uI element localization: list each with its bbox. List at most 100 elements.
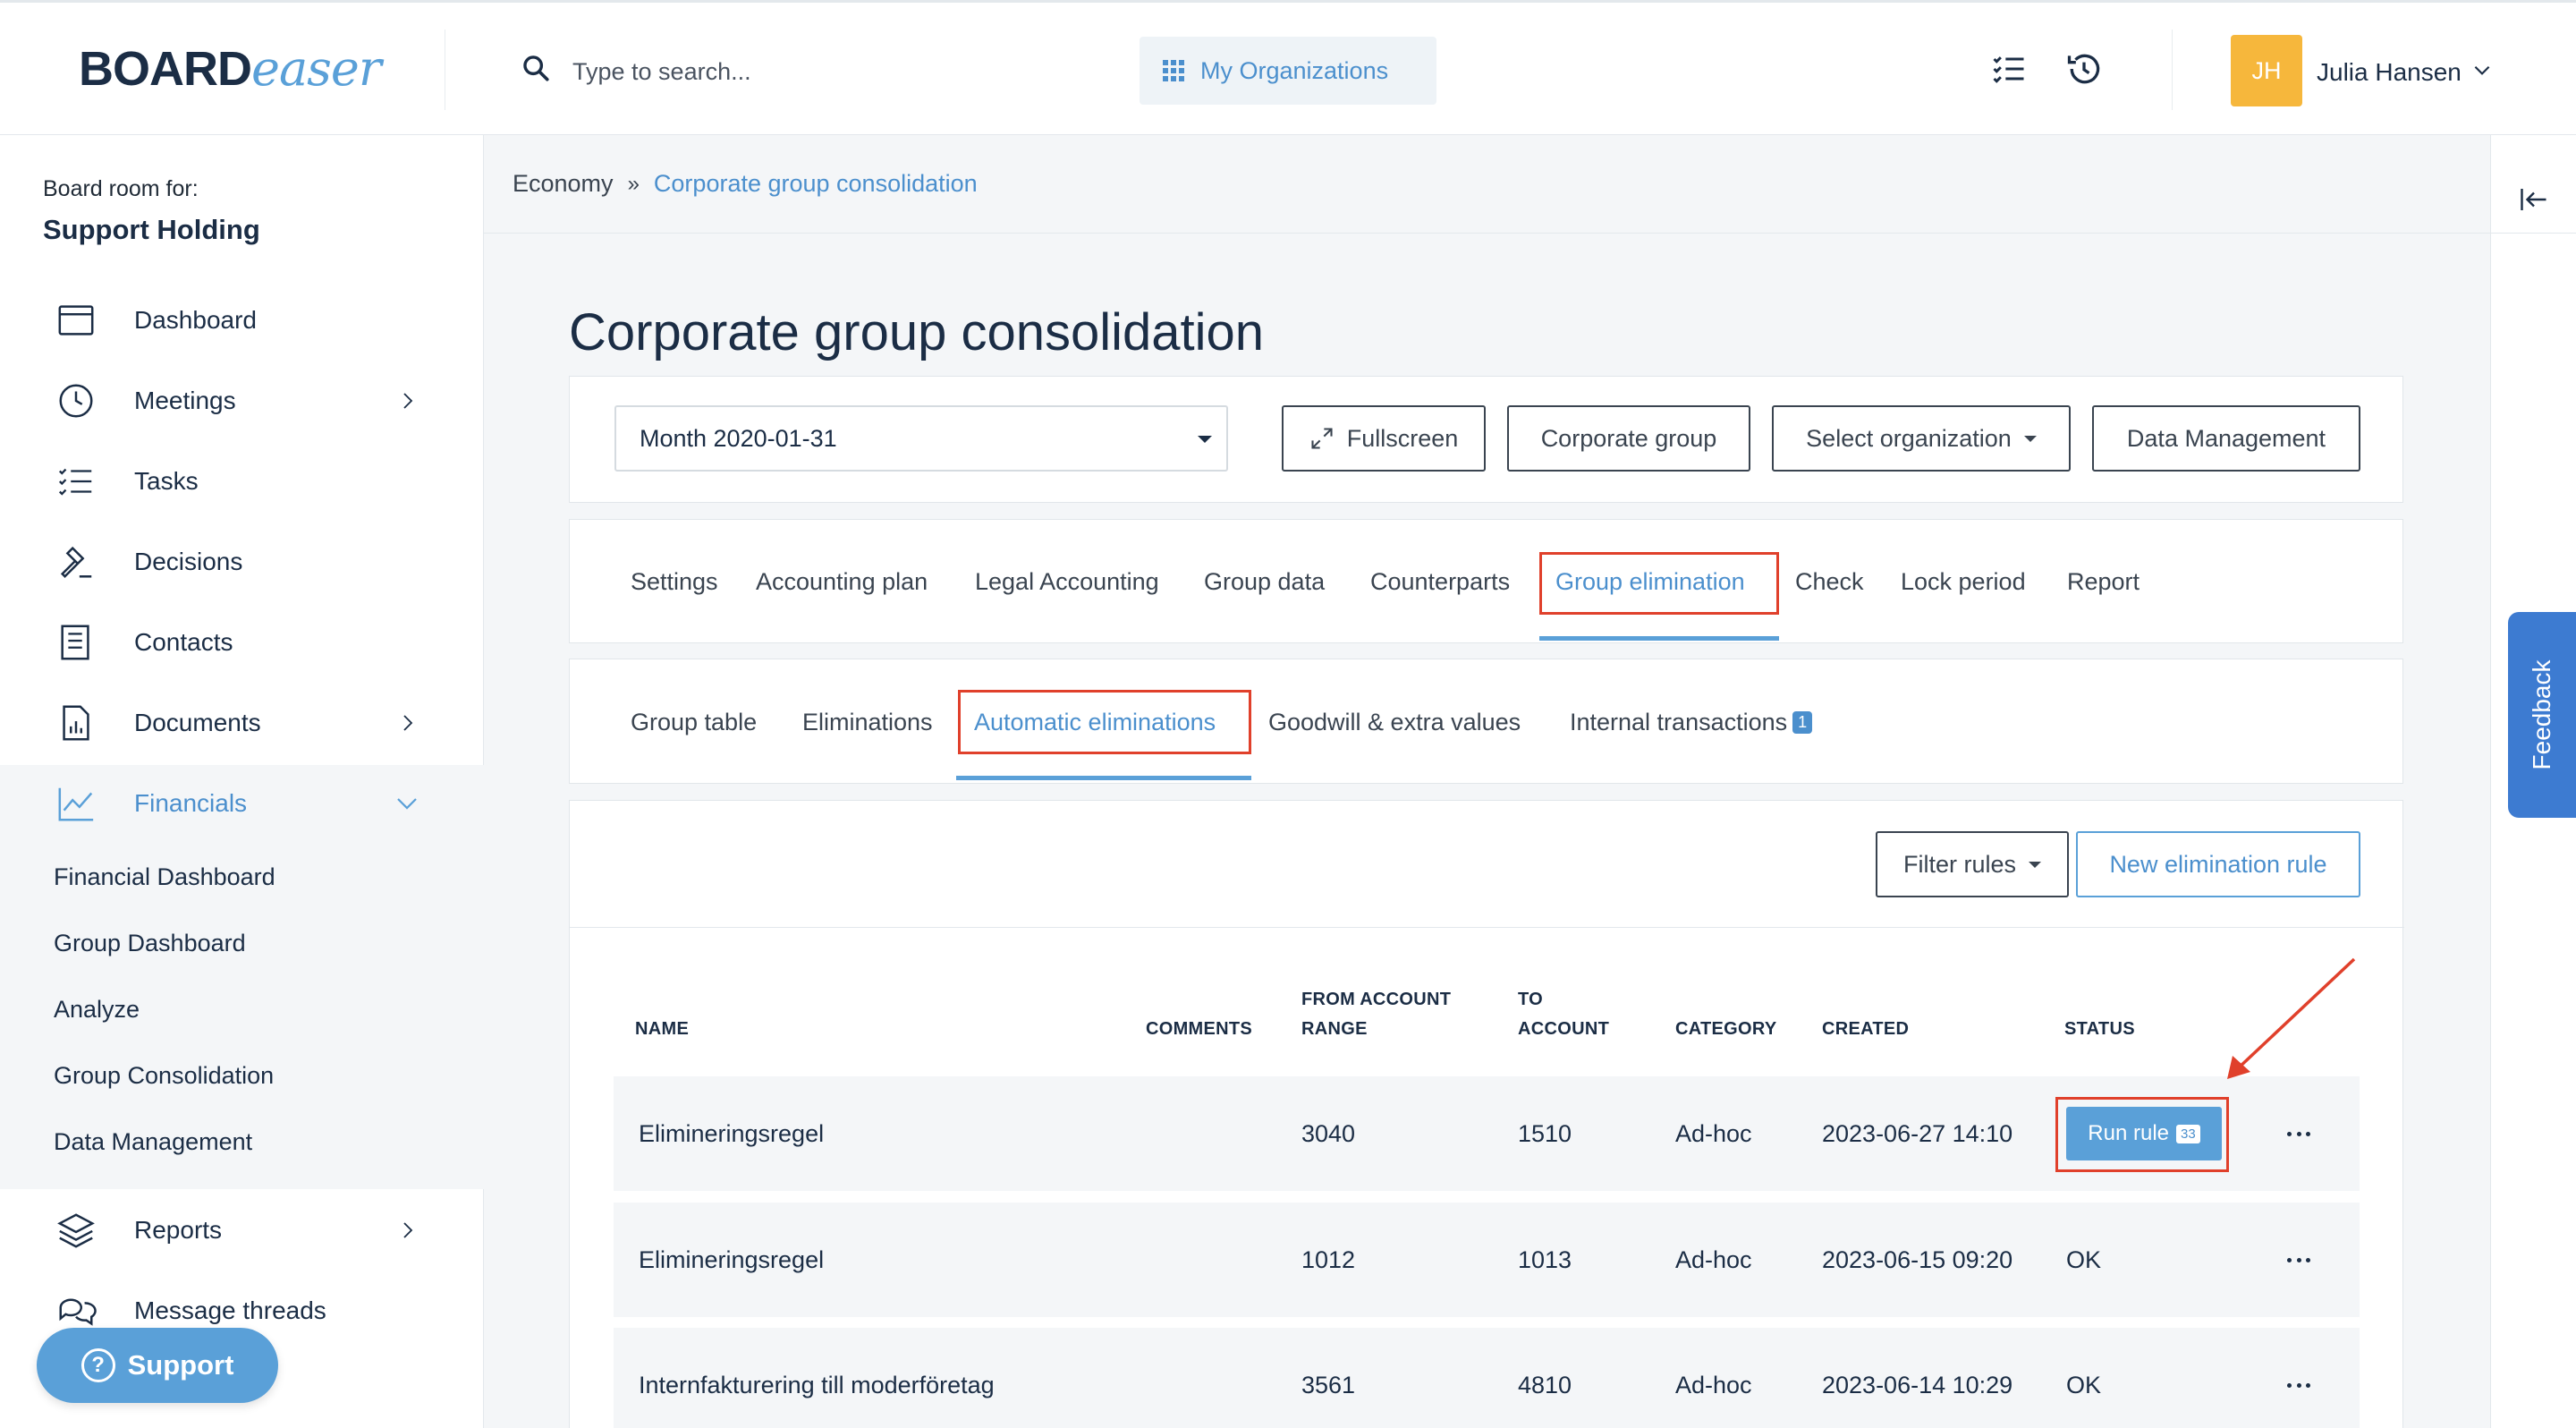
sidebar-item-contacts[interactable]: Contacts bbox=[0, 607, 484, 678]
clock-icon bbox=[59, 384, 93, 418]
row-from: 3561 bbox=[1301, 1372, 1356, 1398]
data-management-label: Data Management bbox=[2126, 424, 2326, 452]
col-header-created: CREATED bbox=[1822, 1019, 1910, 1039]
more-options-icon[interactable] bbox=[2287, 1132, 2310, 1137]
fullscreen-label: Fullscreen bbox=[1346, 424, 1459, 452]
sidebar-item-documents[interactable]: Documents bbox=[0, 687, 484, 759]
period-select[interactable]: Month 2020-01-31 bbox=[614, 405, 1228, 472]
more-options-icon[interactable] bbox=[2287, 1258, 2310, 1263]
breadcrumb-economy[interactable]: Economy bbox=[513, 170, 614, 198]
support-label: Support bbox=[127, 1349, 234, 1381]
row-category: Ad-hoc bbox=[1675, 1372, 1752, 1398]
breadcrumb: Economy » Corporate group consolidation bbox=[484, 135, 2490, 234]
highlight-box bbox=[2055, 1097, 2229, 1172]
tab-settings[interactable]: Settings bbox=[631, 568, 718, 596]
subtab-internal-label: Internal transactions bbox=[1570, 709, 1788, 735]
board-room-label: Board room for: bbox=[43, 176, 199, 201]
row-category: Ad-hoc bbox=[1675, 1120, 1752, 1147]
count-badge: 1 bbox=[1792, 711, 1813, 734]
row-status: OK bbox=[2066, 1246, 2102, 1273]
search-icon bbox=[523, 55, 549, 81]
task-list-icon[interactable] bbox=[1989, 49, 2029, 89]
corporate-group-button[interactable]: Corporate group bbox=[1507, 405, 1750, 472]
board-room-name: Support Holding bbox=[43, 214, 260, 245]
sidebar-item-reports[interactable]: Reports bbox=[0, 1194, 484, 1266]
app-logo[interactable]: BOARDeaser bbox=[79, 40, 382, 97]
row-category: Ad-hoc bbox=[1675, 1246, 1752, 1273]
col-header-comments: COMMENTS bbox=[1146, 1019, 1253, 1039]
subtab-eliminations[interactable]: Eliminations bbox=[802, 709, 933, 736]
grid-icon bbox=[1163, 60, 1184, 81]
col-header-name: NAME bbox=[635, 1019, 690, 1039]
data-management-button[interactable]: Data Management bbox=[2092, 405, 2360, 472]
caret-down-icon bbox=[2023, 435, 2037, 442]
tab-legal-accounting[interactable]: Legal Accounting bbox=[975, 568, 1159, 596]
select-organization-label: Select organization bbox=[1806, 424, 2012, 452]
tab-counterparts[interactable]: Counterparts bbox=[1370, 568, 1510, 596]
chevron-down-icon bbox=[397, 798, 417, 810]
sub-item-group-dashboard[interactable]: Group Dashboard bbox=[54, 930, 246, 957]
col-header-from-line2: RANGE bbox=[1301, 1019, 1368, 1039]
col-header-to: TO ACCOUNT bbox=[1518, 985, 1609, 1044]
select-organization-button[interactable]: Select organization bbox=[1772, 405, 2071, 472]
new-elimination-rule-button[interactable]: New elimination rule bbox=[2076, 831, 2360, 897]
filter-rules-label: Filter rules bbox=[1902, 850, 2017, 878]
sidebar-item-label: Dashboard bbox=[134, 306, 257, 334]
search-input[interactable] bbox=[572, 52, 1109, 91]
col-header-status: STATUS bbox=[2064, 1019, 2135, 1039]
subtab-internal-transactions[interactable]: Internal transactions 1 bbox=[1570, 709, 1813, 736]
sidebar-item-meetings[interactable]: Meetings bbox=[0, 365, 484, 437]
chevron-right-icon bbox=[403, 1222, 413, 1238]
more-options-icon[interactable] bbox=[2287, 1383, 2310, 1389]
my-organizations-button[interactable]: My Organizations bbox=[1140, 37, 1436, 105]
subtab-group-table[interactable]: Group table bbox=[631, 709, 757, 736]
caret-down-icon bbox=[1198, 436, 1212, 443]
sub-item-group-consolidation[interactable]: Group Consolidation bbox=[54, 1062, 274, 1090]
tab-check[interactable]: Check bbox=[1795, 568, 1864, 596]
chevron-right-icon bbox=[403, 393, 413, 409]
row-to: 1510 bbox=[1518, 1120, 1572, 1147]
highlight-box bbox=[958, 690, 1251, 754]
user-name[interactable]: Julia Hansen bbox=[2317, 58, 2462, 87]
row-from: 1012 bbox=[1301, 1246, 1356, 1273]
feedback-tab[interactable]: Feedback bbox=[2508, 612, 2576, 818]
chevron-right-icon bbox=[403, 715, 413, 731]
tab-lock-period[interactable]: Lock period bbox=[1901, 568, 2026, 596]
task-list-icon bbox=[58, 468, 92, 496]
sidebar: Board room for: Support Holding Dashboar… bbox=[0, 135, 484, 1428]
history-icon[interactable] bbox=[2064, 49, 2104, 89]
breadcrumb-current[interactable]: Corporate group consolidation bbox=[654, 170, 978, 198]
row-to: 1013 bbox=[1518, 1246, 1572, 1273]
breadcrumb-separator: » bbox=[627, 171, 640, 196]
support-button[interactable]: ? Support bbox=[37, 1328, 278, 1403]
sidebar-item-dashboard[interactable]: Dashboard bbox=[0, 285, 484, 356]
col-header-from: FROM ACCOUNT RANGE bbox=[1301, 985, 1451, 1044]
financials-section: Financials bbox=[0, 765, 484, 1189]
sidebar-item-label: Reports bbox=[134, 1216, 223, 1244]
sidebar-item-decisions[interactable]: Decisions bbox=[0, 526, 484, 598]
tab-accounting-plan[interactable]: Accounting plan bbox=[756, 568, 928, 596]
fullscreen-button[interactable]: Fullscreen bbox=[1282, 405, 1486, 472]
sub-item-data-management[interactable]: Data Management bbox=[54, 1128, 252, 1156]
sidebar-item-label: Financials bbox=[134, 789, 248, 817]
row-name: Elimineringsregel bbox=[639, 1120, 825, 1147]
caret-down-icon bbox=[2029, 861, 2042, 868]
subtab-goodwill[interactable]: Goodwill & extra values bbox=[1268, 709, 1521, 736]
filter-rules-button[interactable]: Filter rules bbox=[1876, 831, 2069, 897]
header-divider bbox=[2172, 30, 2173, 110]
new-elimination-rule-label: New elimination rule bbox=[2109, 850, 2327, 878]
sidebar-item-tasks[interactable]: Tasks bbox=[0, 446, 484, 517]
sidebar-item-financials[interactable]: Financials bbox=[0, 768, 484, 839]
row-from: 3040 bbox=[1301, 1120, 1356, 1147]
tab-report[interactable]: Report bbox=[2067, 568, 2140, 596]
sub-item-analyze[interactable]: Analyze bbox=[54, 996, 140, 1024]
sub-item-financial-dashboard[interactable]: Financial Dashboard bbox=[54, 863, 275, 891]
sidebar-item-label: Message threads bbox=[134, 1296, 326, 1324]
gavel-icon bbox=[60, 546, 92, 579]
tab-group-data[interactable]: Group data bbox=[1204, 568, 1325, 596]
avatar[interactable]: JH bbox=[2231, 35, 2302, 106]
sidebar-item-label: Tasks bbox=[134, 467, 199, 495]
collapse-panel-icon[interactable] bbox=[2518, 183, 2550, 216]
active-subtab-indicator bbox=[956, 776, 1251, 780]
chevron-down-icon[interactable] bbox=[2470, 58, 2494, 81]
